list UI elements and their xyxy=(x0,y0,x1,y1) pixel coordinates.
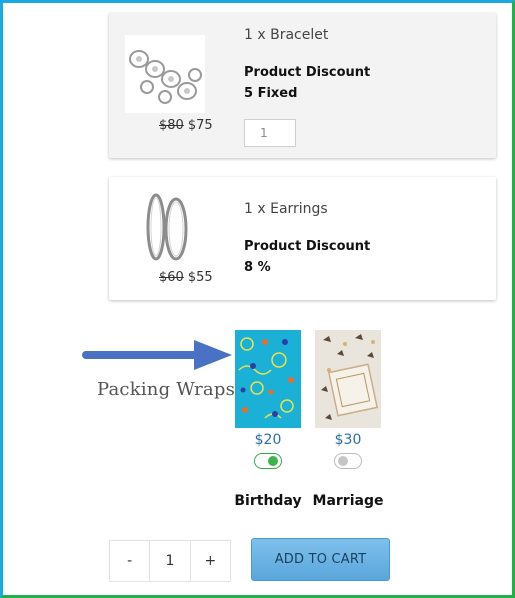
old-price: $60 xyxy=(159,270,184,285)
new-price: $75 xyxy=(187,118,213,133)
item-title: 1 x Bracelet xyxy=(244,27,329,43)
marriage-wrap-price: $30 xyxy=(334,432,362,448)
discount-label: Product Discount xyxy=(244,65,371,80)
decrement-button[interactable]: - xyxy=(110,541,150,581)
quantity-input[interactable]: 1 xyxy=(149,541,191,581)
birthday-wrap-toggle[interactable] xyxy=(254,453,282,469)
discount-value: 8 % xyxy=(244,260,271,275)
birthday-wrap-image[interactable] xyxy=(235,330,301,428)
packing-wraps-label: Packing Wraps xyxy=(97,379,236,400)
old-price: $80 xyxy=(159,118,184,133)
birthday-wrap-price: $20 xyxy=(254,432,282,448)
add-to-cart-button[interactable]: ADD TO CART xyxy=(251,538,390,581)
new-price: $55 xyxy=(187,270,213,285)
discount-label: Product Discount xyxy=(244,239,371,254)
right-arrow-icon xyxy=(82,338,232,376)
bracelet-image xyxy=(125,35,205,113)
toggle-knob xyxy=(268,456,278,466)
marriage-wrap-name: Marriage xyxy=(312,493,384,509)
birthday-wrap-name: Birthday xyxy=(234,493,302,509)
quantity-stepper: - 1 + xyxy=(109,540,231,582)
earrings-prices: $60 $55 xyxy=(159,270,213,285)
cart-item-bracelet: $80 $75 1 x Bracelet Product Discount 5 F… xyxy=(109,13,496,158)
marriage-wrap-toggle[interactable] xyxy=(334,453,362,469)
item-title: 1 x Earrings xyxy=(244,201,328,217)
bracelet-prices: $80 $75 xyxy=(159,118,213,133)
earrings-image xyxy=(136,187,196,269)
toggle-knob xyxy=(338,456,348,466)
discount-value: 5 Fixed xyxy=(244,86,298,101)
cart-item-earrings: $60 $55 1 x Earrings Product Discount 8 % xyxy=(109,177,496,300)
marriage-wrap-image[interactable] xyxy=(315,330,381,428)
increment-button[interactable]: + xyxy=(190,541,230,581)
item-quantity-input[interactable]: 1 xyxy=(244,119,296,147)
